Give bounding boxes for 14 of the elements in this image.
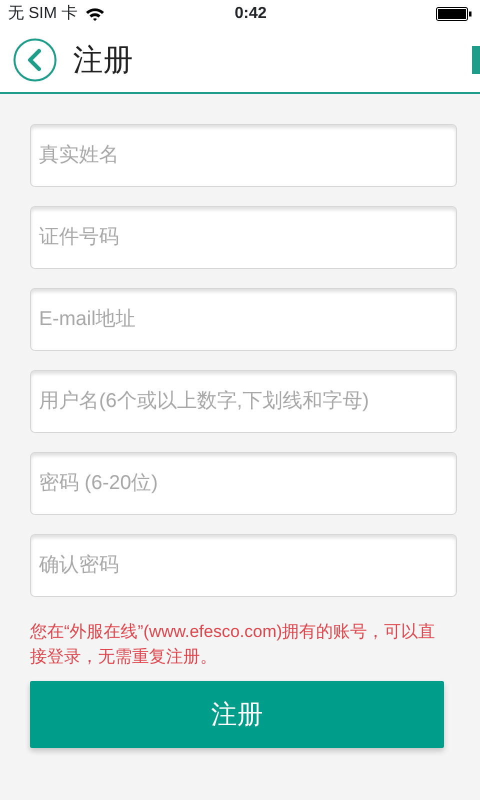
input-field[interactable]: 确认密码 (30, 534, 457, 597)
register-button[interactable]: 注册 (30, 681, 444, 748)
input-field[interactable]: 用户名(6个或以上数字,下划线和字母) (30, 370, 457, 433)
page-title: 注册 (73, 42, 133, 78)
clock-time: 0:42 (234, 4, 267, 24)
input-field[interactable]: 真实姓名 (30, 124, 457, 187)
back-icon[interactable] (13, 38, 57, 82)
notice-text: 您在“外服在线”(www.efesco.com)拥有的账号，可以直接登录，无需重复注册。 (30, 621, 436, 668)
input-field[interactable]: 证件号码 (30, 206, 457, 269)
wifi-icon (85, 7, 106, 21)
battery-icon (436, 7, 472, 21)
input-field[interactable]: E-mail地址 (30, 288, 457, 351)
input-field[interactable]: 密码 (6-20位) (30, 452, 457, 515)
carrier-name: 无 SIM 卡 (8, 4, 78, 24)
